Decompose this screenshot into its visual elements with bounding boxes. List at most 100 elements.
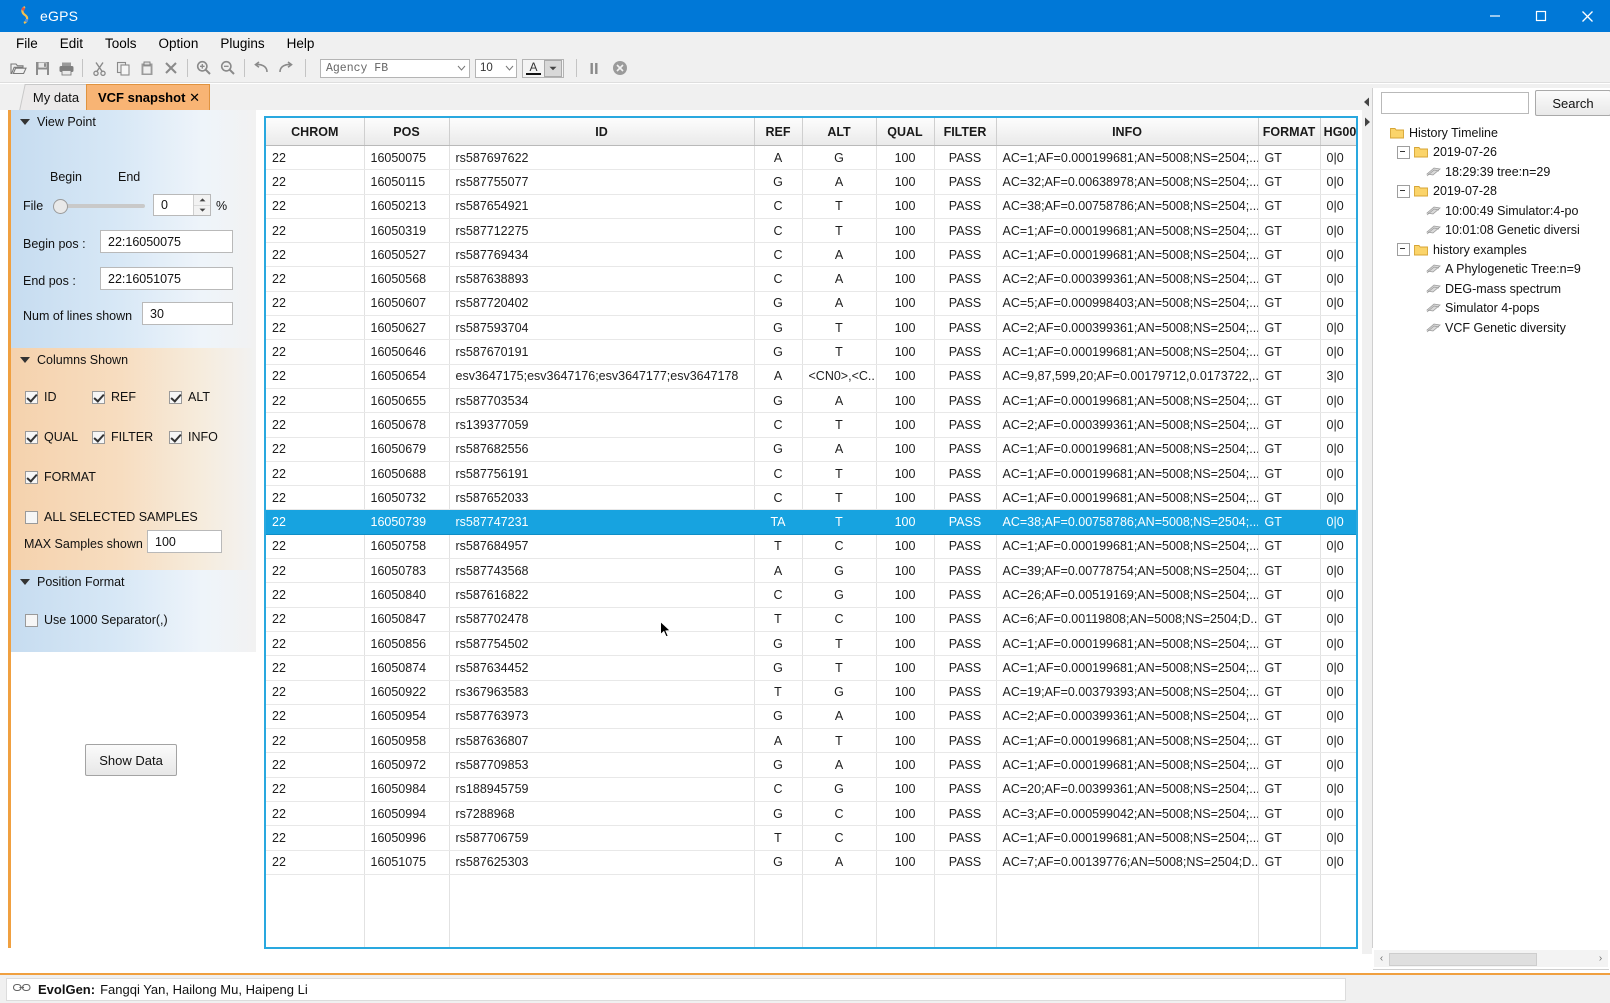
history-search-input[interactable] <box>1381 92 1529 114</box>
tree-node[interactable]: A Phylogenetic Tree:n=9 <box>1373 260 1610 280</box>
table-row[interactable]: 22 16050856 rs587754502 G T 100 PASS AC=1;AF=0.… <box>266 631 1356 657</box>
begin-pos-input[interactable]: 22:16050075 <box>100 230 233 253</box>
col-header-pos[interactable]: POS <box>364 118 450 146</box>
table-row[interactable]: 22 16050075 rs587697622 A G 100 PASS AC=1;AF=0.… <box>266 145 1356 171</box>
font-size-combo[interactable]: 10 <box>475 58 517 78</box>
print-icon[interactable] <box>54 55 78 81</box>
table-row[interactable]: 22 16050972 rs587709853 G A 100 PASS AC=1;AF=0.… <box>266 752 1356 778</box>
tree-node[interactable]: 10:00:49 Simulator:4-po <box>1373 201 1610 221</box>
pause-icon[interactable] <box>581 55 607 81</box>
menu-file[interactable]: File <box>5 34 49 53</box>
panel-splitter[interactable] <box>1362 88 1372 954</box>
chevron-down-icon[interactable] <box>544 59 562 77</box>
tree-node[interactable]: 2019-07-26 <box>1373 143 1610 163</box>
menu-tools[interactable]: Tools <box>94 34 148 53</box>
save-icon[interactable] <box>30 55 54 81</box>
table-row[interactable]: 22 16050678 rs139377059 C T 100 PASS AC=2;AF=0.… <box>266 412 1356 438</box>
end-pos-input[interactable]: 22:16051075 <box>100 267 233 290</box>
table-row[interactable]: 22 16050679 rs587682556 G A 100 PASS AC=1;AF=0.… <box>266 437 1356 462</box>
minimize-icon[interactable] <box>1472 0 1518 32</box>
table-row[interactable]: 22 16050627 rs587593704 G T 100 PASS AC=2;AF=0.… <box>266 315 1356 341</box>
tree-node[interactable]: DEG-mass spectrum <box>1373 279 1610 299</box>
show-data-button[interactable]: Show Data <box>85 744 177 776</box>
table-row[interactable]: 22 16050115 rs587755077 G A 100 PASS AC=32;AF=0… <box>266 169 1356 195</box>
table-row[interactable]: 22 16050954 rs587763973 G A 100 PASS AC=2;AF=0.… <box>266 704 1356 730</box>
table-row[interactable]: 22 16050996 rs587706759 T C 100 PASS AC=1;AF=0.… <box>266 825 1356 851</box>
delete-icon[interactable] <box>159 55 183 81</box>
tree-node[interactable]: history examples <box>1373 240 1610 260</box>
chevron-right-icon[interactable]: › <box>1593 953 1608 964</box>
table-row[interactable]: 22 16050655 rs587703534 G A 100 PASS AC=1;AF=0.… <box>266 388 1356 414</box>
file-position-slider-track[interactable] <box>55 204 145 208</box>
history-search-button[interactable]: Search <box>1535 90 1610 116</box>
checkbox-info[interactable]: INFO <box>169 430 218 444</box>
checkbox-alt[interactable]: ALT <box>169 390 210 404</box>
table-row[interactable]: 22 16050922 rs367963583 T G 100 PASS AC=19;AF=0… <box>266 680 1356 705</box>
history-scrollbar-track[interactable] <box>1389 952 1593 966</box>
chevron-left-icon[interactable]: ‹ <box>1374 953 1389 964</box>
zoom-in-icon[interactable] <box>192 55 216 81</box>
section-position-format-header[interactable]: Position Format <box>11 570 256 594</box>
paste-icon[interactable] <box>135 55 159 81</box>
table-row[interactable]: 22 16050758 rs587684957 T C 100 PASS AC=1;AF=0.… <box>266 534 1356 560</box>
maximize-icon[interactable] <box>1518 0 1564 32</box>
max-samples-input[interactable]: 100 <box>147 530 222 553</box>
table-row[interactable]: 22 16050319 rs587712275 C T 100 PASS AC=1;AF=0.… <box>266 218 1356 244</box>
table-row[interactable]: 22 16050994 rs7288968 G C 100 PASS AC=3;AF=0.00… <box>266 801 1356 827</box>
open-folder-icon[interactable] <box>6 55 30 81</box>
menu-edit[interactable]: Edit <box>49 34 94 53</box>
checkbox-all-selected-samples[interactable]: ALL SELECTED SAMPLES <box>25 510 198 524</box>
table-row[interactable]: 22 16051075 rs587625303 G A 100 PASS AC=7;AF=0.… <box>266 850 1356 875</box>
table-row[interactable]: 22 16050732 rs587652033 C T 100 PASS AC=1;AF=0.… <box>266 485 1356 511</box>
table-row[interactable]: 22 16050783 rs587743568 A G 100 PASS AC=39;AF=0… <box>266 558 1356 584</box>
table-row[interactable]: 22 16050654 esv3647175;esv3647176;esv36471… <box>266 364 1356 389</box>
checkbox-qual[interactable]: QUAL <box>25 430 78 444</box>
table-row[interactable]: 22 16050527 rs587769434 C A 100 PASS AC=1;AF=0.… <box>266 242 1356 268</box>
redo-icon[interactable] <box>273 55 297 81</box>
table-row[interactable]: 22 16050958 rs587636807 A T 100 PASS AC=1;AF=0.… <box>266 728 1356 754</box>
section-columns-shown-header[interactable]: Columns Shown <box>11 348 256 372</box>
menu-option[interactable]: Option <box>148 34 210 53</box>
stop-icon[interactable] <box>607 55 633 81</box>
tree-node[interactable]: Simulator 4-pops <box>1373 299 1610 319</box>
history-horizontal-scrollbar[interactable]: ‹ › <box>1374 950 1608 967</box>
tree-collapse-icon[interactable] <box>1397 145 1410 159</box>
col-header-hg00[interactable]: HG00 <box>1320 118 1356 146</box>
col-header-ref[interactable]: REF <box>754 118 803 146</box>
menu-plugins[interactable]: Plugins <box>209 34 275 53</box>
undo-icon[interactable] <box>249 55 273 81</box>
table-row[interactable]: 22 16050646 rs587670191 G T 100 PASS AC=1;AF=0.… <box>266 339 1356 365</box>
percent-spinner-buttons[interactable] <box>193 195 210 215</box>
checkbox-use-1000-separator[interactable]: Use 1000 Separator(,) <box>25 613 168 627</box>
table-row[interactable]: 22 16050688 rs587756191 C T 100 PASS AC=1;AF=0.… <box>266 461 1356 487</box>
tree-collapse-icon[interactable] <box>1397 243 1410 257</box>
collapse-left-icon[interactable] <box>1363 94 1371 112</box>
table-row[interactable]: 22 16050213 rs587654921 C T 100 PASS AC=38;AF=0… <box>266 194 1356 219</box>
table-row[interactable]: 22 16050607 rs587720402 G A 100 PASS AC=5;AF=0.… <box>266 291 1356 317</box>
collapse-right-icon[interactable] <box>1363 114 1371 132</box>
col-header-filter[interactable]: FILTER <box>934 118 997 146</box>
table-row[interactable]: 22 16050568 rs587638893 C A 100 PASS AC=2;AF=0.… <box>266 266 1356 292</box>
tree-collapse-icon[interactable] <box>1397 184 1410 198</box>
tab-vcf-snapshot[interactable]: VCF snapshot ✕ <box>86 84 210 110</box>
vcf-table-container[interactable]: CHROM POS ID REF ALT QUAL FILTER INFO FO… <box>264 116 1358 949</box>
close-icon[interactable]: ✕ <box>189 90 200 106</box>
table-row[interactable]: 22 16050984 rs188945759 C G 100 PASS AC=20;AF=0… <box>266 777 1356 803</box>
checkbox-ref[interactable]: REF <box>92 390 136 404</box>
menu-help[interactable]: Help <box>276 34 326 53</box>
table-row[interactable]: 22 16050739 rs587747231 TA T 100 PASS AC=38;AF=… <box>266 509 1356 535</box>
col-header-format[interactable]: FORMAT <box>1258 118 1321 146</box>
checkbox-id[interactable]: ID <box>25 390 57 404</box>
tree-node[interactable]: 2019-07-28 <box>1373 182 1610 202</box>
font-family-combo[interactable]: Agency FB <box>320 58 470 78</box>
col-header-id[interactable]: ID <box>449 118 755 146</box>
font-color-picker[interactable]: A <box>522 58 564 78</box>
copy-icon[interactable] <box>111 55 135 81</box>
col-header-info[interactable]: INFO <box>996 118 1259 146</box>
num-lines-input[interactable]: 30 <box>142 302 233 325</box>
file-position-slider-thumb[interactable] <box>53 199 68 214</box>
tree-node[interactable]: History Timeline <box>1373 123 1610 143</box>
col-header-qual[interactable]: QUAL <box>876 118 935 146</box>
zoom-out-icon[interactable] <box>216 55 240 81</box>
table-row[interactable]: 22 16050840 rs587616822 C G 100 PASS AC=26;AF=0… <box>266 582 1356 608</box>
